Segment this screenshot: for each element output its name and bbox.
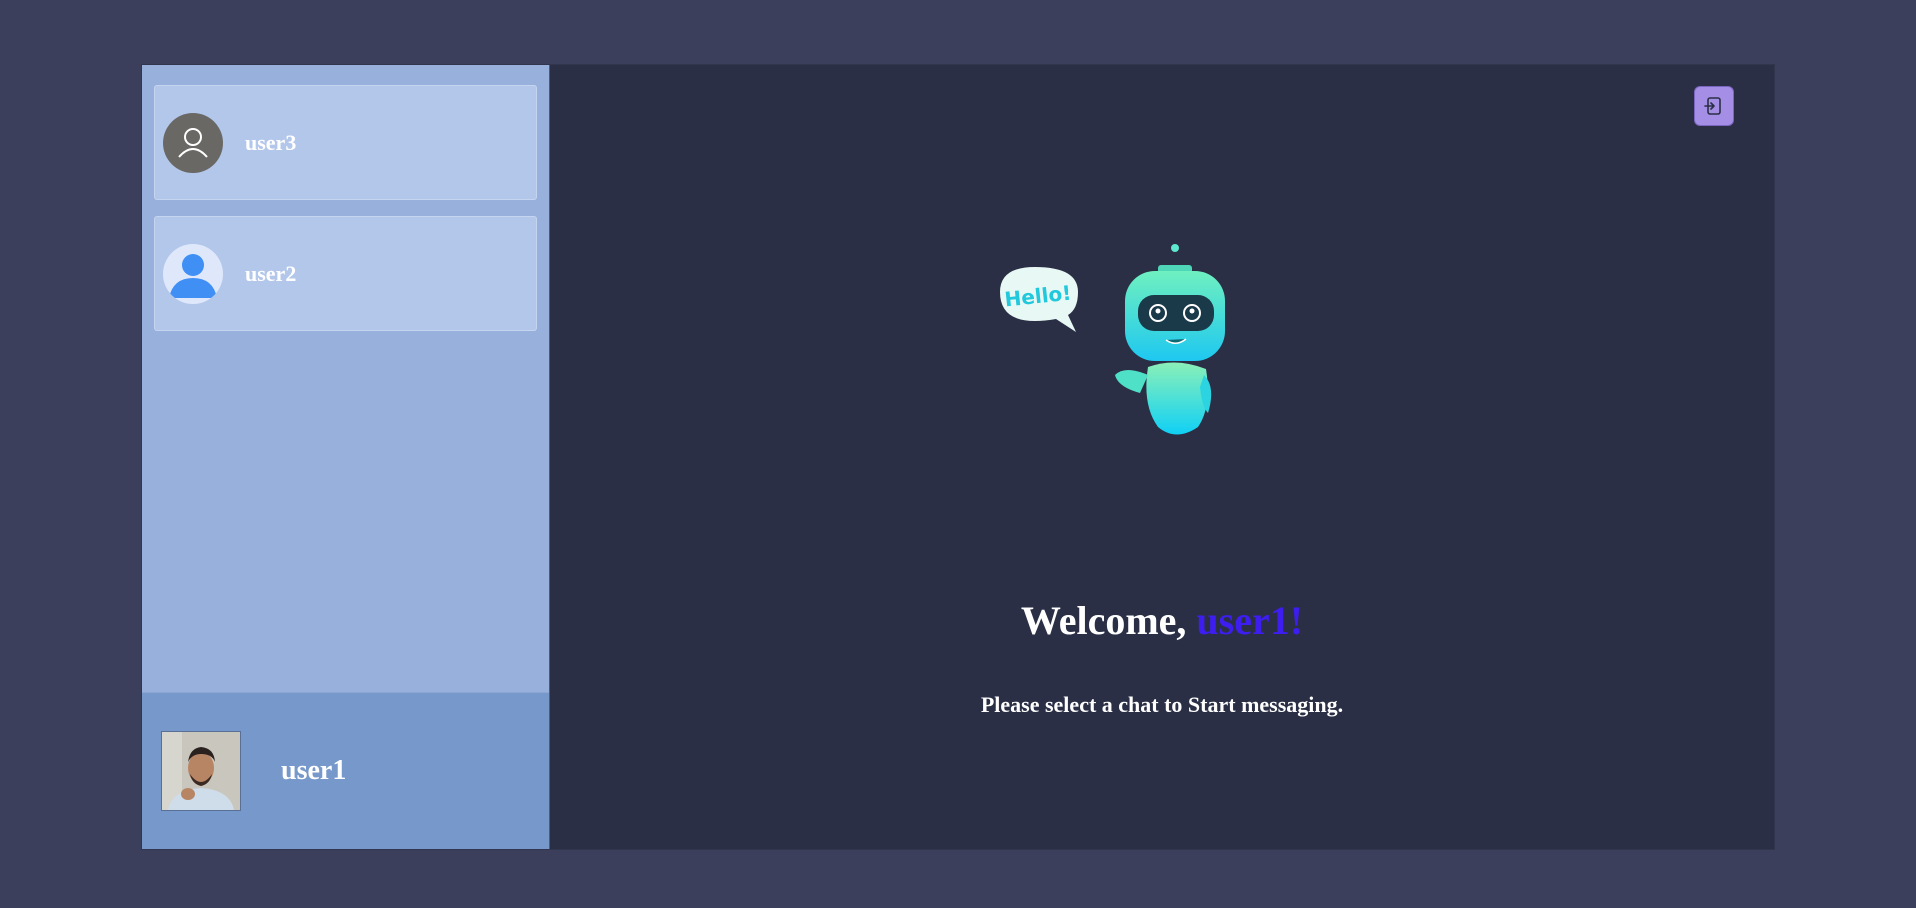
main-panel: Hello! Welcome, user1! Please select a c… xyxy=(550,65,1774,849)
welcome-prefix: Welcome, xyxy=(1020,598,1187,643)
welcome-username: user1! xyxy=(1196,598,1304,643)
chat-item-user3[interactable]: user3 xyxy=(154,85,537,200)
chat-item-name: user3 xyxy=(245,129,297,155)
current-user-panel: user1 xyxy=(142,692,549,849)
avatar xyxy=(161,731,241,811)
robot-illustration: Hello! xyxy=(1000,244,1225,435)
default-user-outline-icon xyxy=(163,112,223,173)
chat-item-name: user2 xyxy=(245,260,297,286)
chat-app: user3 user2 user1 Hello! Welcome, user1!… xyxy=(142,65,1774,849)
chat-list: user3 user2 xyxy=(142,65,549,692)
welcome-heading: Welcome, user1! xyxy=(550,597,1774,644)
logout-icon xyxy=(1704,97,1721,115)
welcome-subtitle: Please select a chat to Start messaging. xyxy=(980,692,1344,717)
logout-button[interactable] xyxy=(1694,86,1734,126)
default-user-filled-icon xyxy=(163,243,223,304)
current-user-name: user1 xyxy=(281,755,347,786)
sidebar: user3 user2 user1 xyxy=(142,65,550,849)
chat-item-user2[interactable]: user2 xyxy=(154,216,537,331)
